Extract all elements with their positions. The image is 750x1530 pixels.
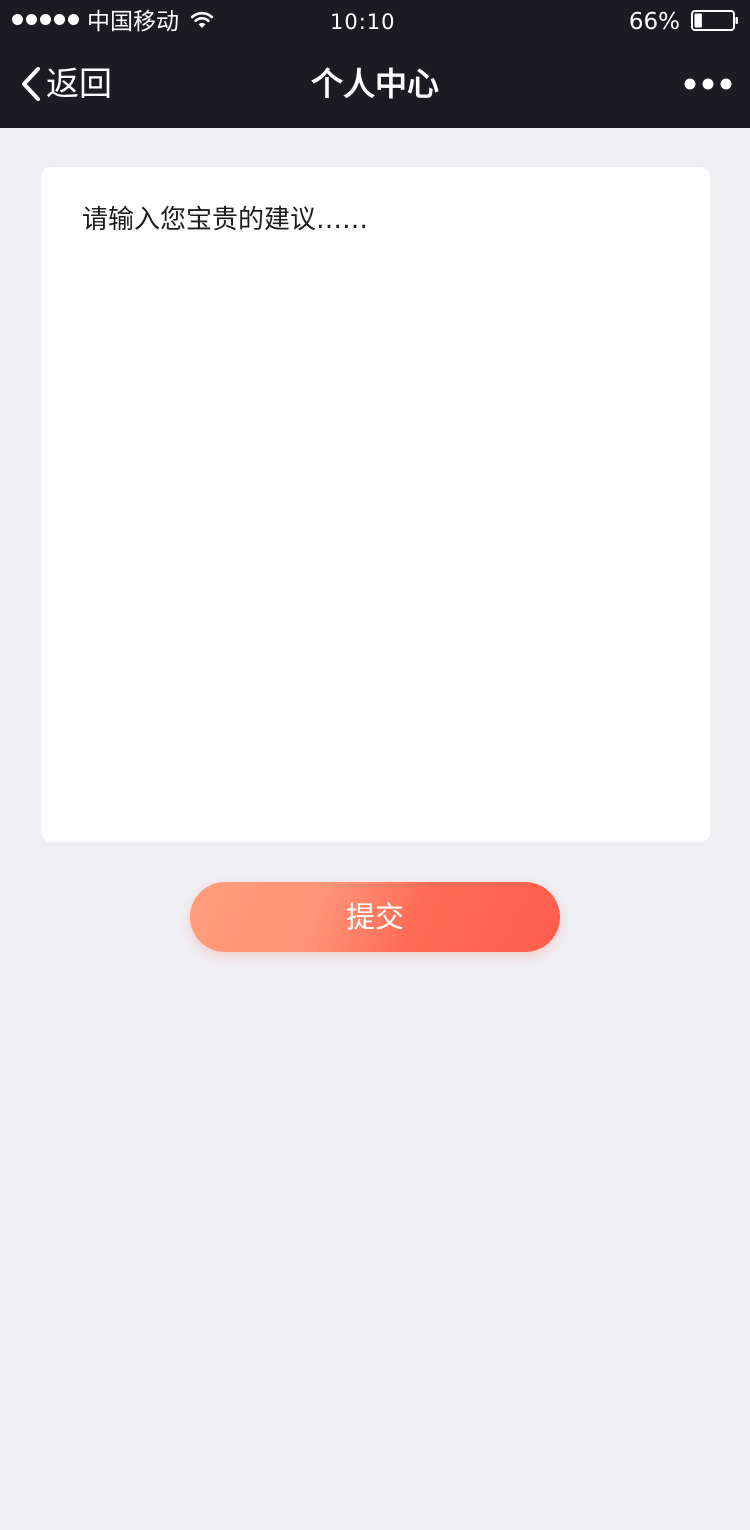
wifi-icon [190,11,214,28]
carrier-name: 中国移动 [87,9,179,35]
page-title: 个人中心 [310,65,439,103]
battery-percentage: 66% [628,9,680,35]
status-time: 10:10 [330,10,396,34]
signal-dots-icon [12,14,79,25]
feedback-input[interactable] [82,201,672,811]
battery-icon [691,10,738,31]
feedback-card [41,167,710,842]
nav-bar: 返回 个人中心 [0,42,750,128]
back-label: 返回 [46,64,112,103]
more-dots-icon[interactable] [684,72,732,96]
back-button[interactable]: 返回 [20,62,112,106]
submit-button[interactable]: 提交 [190,882,560,952]
status-bar: 中国移动 10:10 66% [0,0,750,42]
chevron-left-icon [22,67,40,101]
